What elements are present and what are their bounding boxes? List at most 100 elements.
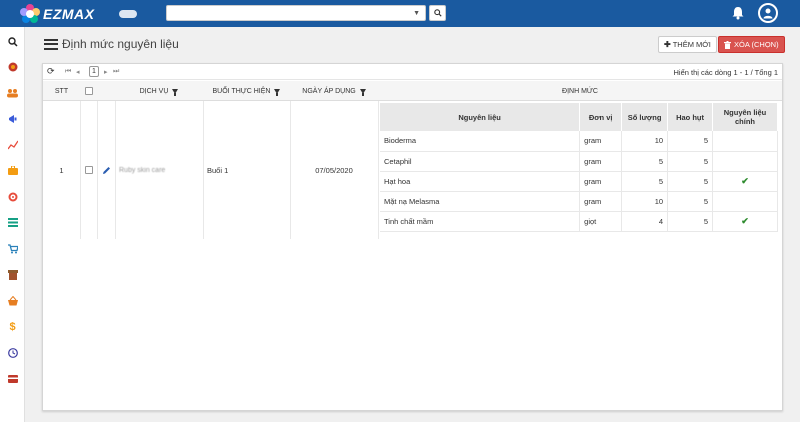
branch-select[interactable]: ▼ — [166, 5, 426, 21]
material-main — [712, 131, 778, 152]
delete-selected-button[interactable]: XÓA (CHỌN) — [718, 36, 785, 53]
refresh-icon[interactable]: ⟳ — [47, 66, 55, 77]
brand-name: EZMAX — [43, 6, 95, 22]
header-main-material: Nguyên liệu chính — [712, 103, 778, 131]
material-row: Cetaphil gram 5 5 — [380, 151, 778, 172]
column-norm[interactable]: ĐỊNH MỨC — [378, 81, 782, 101]
column-session[interactable]: BUỔI THỰC HIỆN — [203, 81, 290, 101]
pager-info: Hiển thị các dòng 1 - 1 / Tổng 1 — [673, 68, 778, 77]
page-header: Định mức nguyên liệu — [44, 37, 179, 51]
material-main: ✔ — [712, 211, 778, 232]
first-page-icon[interactable]: ⏮ — [65, 68, 71, 76]
material-name: Cetaphil — [380, 151, 581, 172]
pencil-icon[interactable] — [102, 166, 111, 175]
filter-icon[interactable] — [172, 88, 179, 96]
material-row: Mặt nạ Melasma gram 10 5 — [380, 191, 778, 212]
add-button-label: THÊM MỚI — [672, 40, 711, 49]
page-number[interactable]: 1 — [89, 66, 99, 77]
divider — [378, 101, 379, 239]
material-loss: 5 — [667, 171, 714, 192]
material-main — [712, 151, 778, 172]
material-main: ✔ — [712, 171, 778, 192]
pager: ⟳ ⏮ ◂ 1 ▸ ⏭ Hiển thị các dòng 1 - 1 / Tổ… — [43, 64, 782, 80]
archive-icon[interactable] — [7, 269, 18, 280]
search-icon — [433, 9, 442, 17]
material-row: Hạt hoa gram 5 5 ✔ — [380, 171, 778, 192]
select-all-checkbox[interactable] — [84, 87, 93, 95]
logo-flower-icon — [20, 4, 40, 24]
customers-icon[interactable] — [7, 87, 18, 98]
user-avatar[interactable] — [758, 3, 778, 23]
row-session: Buổi 1 — [207, 165, 229, 175]
dashboard-icon[interactable] — [7, 61, 18, 72]
material-name: Bioderma — [380, 131, 581, 152]
material-loss: 5 — [667, 211, 714, 232]
column-stt[interactable]: STT — [43, 81, 80, 101]
check-icon: ✔ — [741, 175, 749, 186]
row-service: Ruby skin care — [119, 166, 166, 174]
basket-icon[interactable] — [7, 295, 18, 306]
app-logo[interactable]: EZMAX — [20, 4, 95, 24]
select-all-cell — [80, 81, 97, 101]
prev-page-icon[interactable]: ◂ — [76, 68, 80, 76]
column-service[interactable]: DỊCH VỤ — [115, 81, 203, 101]
reports-icon[interactable] — [7, 139, 18, 150]
material-name: Hạt hoa — [380, 171, 581, 192]
row-checkbox[interactable] — [84, 166, 93, 174]
last-page-icon[interactable]: ⏭ — [113, 68, 119, 76]
material-quantity: 4 — [621, 211, 669, 232]
row-select-cell — [80, 101, 97, 239]
row-apply-date: 07/05/2020 — [315, 165, 353, 175]
cart-icon[interactable] — [7, 243, 18, 254]
briefcase-icon[interactable] — [7, 165, 18, 176]
row-stt: 1 — [59, 165, 64, 175]
search-button[interactable] — [429, 5, 446, 21]
sidebar: $ — [0, 27, 25, 422]
material-name: Tinh chất mầm — [380, 211, 581, 232]
filter-icon[interactable] — [359, 88, 366, 96]
plus-icon: ✚ — [664, 40, 671, 49]
material-quantity: 10 — [621, 131, 669, 152]
header-loss: Hao hụt — [667, 103, 714, 131]
header-quantity: Số lượng — [621, 103, 669, 131]
material-unit: gram — [579, 151, 623, 172]
list-icon[interactable] — [7, 217, 18, 228]
clock-icon[interactable] — [7, 347, 18, 358]
material-unit: gram — [579, 191, 623, 212]
check-icon: ✔ — [741, 215, 749, 226]
column-edit — [97, 81, 115, 101]
material-loss: 5 — [667, 151, 714, 172]
add-button[interactable]: ✚ THÊM MỚI — [658, 36, 717, 53]
material-loss: 5 — [667, 131, 714, 152]
chevron-down-icon: ▼ — [413, 10, 420, 17]
material-quantity: 5 — [621, 171, 669, 192]
material-row: Tinh chất mầm giọt 4 5 ✔ — [380, 211, 778, 232]
next-page-icon[interactable]: ▸ — [104, 68, 108, 76]
target-icon[interactable] — [7, 191, 18, 202]
search-icon[interactable] — [7, 36, 18, 47]
material-unit: gram — [579, 171, 623, 192]
main-content: Định mức nguyên liệu ✚ THÊM MỚI XÓA (CHỌ… — [25, 27, 800, 422]
material-unit: gram — [579, 131, 623, 152]
delete-button-label: XÓA (CHỌN) — [734, 40, 779, 49]
material-quantity: 10 — [621, 191, 669, 212]
material-loss: 5 — [667, 191, 714, 212]
notification-bell-icon[interactable] — [731, 6, 745, 22]
material-main — [712, 191, 778, 212]
header-unit: Đơn vị — [579, 103, 623, 131]
material-name: Mặt nạ Melasma — [380, 191, 581, 212]
column-apply-date[interactable]: NGÀY ÁP DỤNG — [290, 81, 378, 101]
card-icon[interactable] — [7, 373, 18, 384]
edit-cell — [97, 101, 115, 239]
dollar-icon[interactable]: $ — [7, 321, 18, 333]
hamburger-icon[interactable] — [44, 38, 58, 50]
page-title: Định mức nguyên liệu — [62, 37, 179, 51]
filter-icon[interactable] — [274, 88, 281, 96]
grid-panel: ⟳ ⏮ ◂ 1 ▸ ⏭ Hiển thị các dòng 1 - 1 / Tổ… — [42, 63, 783, 411]
grid-header: STT DỊCH VỤ BUỔI THỰC HIỆN NGÀY ÁP DỤNG … — [43, 81, 782, 101]
marketing-icon[interactable] — [7, 113, 18, 124]
header-material: Nguyên liệu — [380, 103, 581, 131]
menu-toggle[interactable] — [119, 10, 137, 18]
material-row: Bioderma gram 10 5 — [380, 131, 778, 152]
user-icon — [763, 8, 773, 19]
